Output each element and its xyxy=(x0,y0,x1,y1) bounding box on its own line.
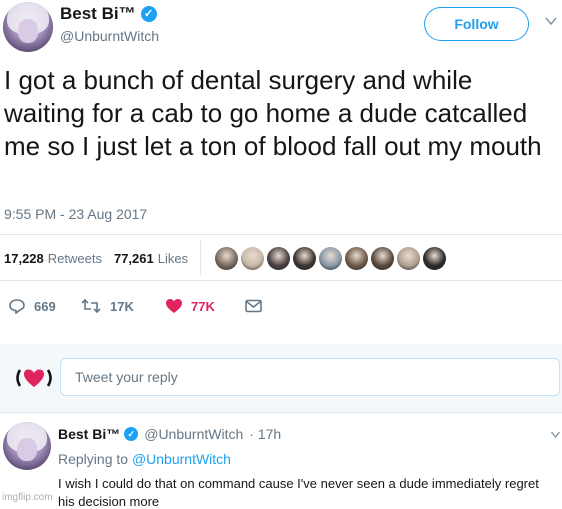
liker-avatar[interactable] xyxy=(345,246,369,270)
divider xyxy=(0,280,562,281)
retweet-icon xyxy=(81,298,101,314)
envelope-icon xyxy=(245,299,262,313)
reply-input[interactable]: Tweet your reply xyxy=(60,358,560,396)
reply-author-avatar[interactable] xyxy=(3,422,51,470)
liker-avatar[interactable] xyxy=(215,246,239,270)
liker-avatars xyxy=(215,246,447,270)
tweet-timestamp[interactable]: 9:55 PM - 23 Aug 2017 xyxy=(4,206,147,222)
verified-badge-icon: ✓ xyxy=(140,6,157,22)
liker-avatar[interactable] xyxy=(319,246,343,270)
chevron-down-icon[interactable] xyxy=(550,430,561,439)
like-count: 77K xyxy=(191,298,215,314)
retweets-count[interactable]: 17,228 xyxy=(4,251,44,266)
watermark-text: imgflip.com xyxy=(2,492,53,503)
likes-label[interactable]: Likes xyxy=(158,251,188,266)
author-display-name[interactable]: Best Bi™ ✓ xyxy=(60,4,157,24)
tweet-text: I got a bunch of dental surgery and whil… xyxy=(4,65,542,161)
verified-badge-icon: ✓ xyxy=(124,427,139,441)
replying-to: Replying to @UnburntWitch xyxy=(58,451,231,467)
heart-icon xyxy=(166,299,182,313)
likes-count[interactable]: 77,261 xyxy=(114,251,154,266)
author-name-text[interactable]: Best Bi™ xyxy=(60,4,136,24)
tweet-header: Best Bi™ ✓ @UnburntWitch Follow xyxy=(0,0,562,56)
reply-tweet: Best Bi™ ✓ @UnburntWitch · 17h Replying … xyxy=(0,412,562,509)
tweet-stats: 17,228 Retweets 77,261 Likes xyxy=(4,238,447,278)
reply-compose-area: Tweet your reply xyxy=(0,344,562,412)
author-handle[interactable]: @UnburntWitch xyxy=(60,28,159,44)
chevron-down-icon[interactable] xyxy=(544,15,558,27)
reply-icon xyxy=(9,299,25,314)
reply-author-name[interactable]: Best Bi™ xyxy=(58,426,120,442)
replying-to-prefix: Replying to xyxy=(58,451,129,467)
replying-to-handle-link[interactable]: @UnburntWitch xyxy=(132,451,231,467)
retweet-count: 17K xyxy=(110,298,134,314)
reply-author-handle[interactable]: @UnburntWitch xyxy=(144,426,243,442)
liker-avatar[interactable] xyxy=(293,246,317,270)
liker-avatar[interactable] xyxy=(423,246,447,270)
stats-divider xyxy=(200,240,202,276)
retweet-action[interactable]: 17K xyxy=(80,298,134,314)
liker-avatar[interactable] xyxy=(241,246,265,270)
reply-header: Best Bi™ ✓ @UnburntWitch · 17h xyxy=(58,426,281,442)
retweets-label[interactable]: Retweets xyxy=(48,251,102,266)
reply-time[interactable]: · 17h xyxy=(249,426,281,442)
user-avatar-icon[interactable] xyxy=(12,366,56,390)
reply-count: 669 xyxy=(34,298,56,314)
avatar-face xyxy=(18,19,38,43)
reply-text: I wish I could do that on command cause … xyxy=(58,476,539,509)
liker-avatar[interactable] xyxy=(371,246,395,270)
author-avatar[interactable] xyxy=(3,2,53,52)
follow-button[interactable]: Follow xyxy=(424,7,529,41)
divider xyxy=(0,234,562,235)
avatar-face xyxy=(17,438,37,461)
reply-action[interactable]: 669 xyxy=(8,298,56,314)
liker-avatar[interactable] xyxy=(267,246,291,270)
liker-avatar[interactable] xyxy=(397,246,421,270)
message-action[interactable] xyxy=(245,299,262,313)
like-action[interactable]: 77K xyxy=(165,298,215,314)
